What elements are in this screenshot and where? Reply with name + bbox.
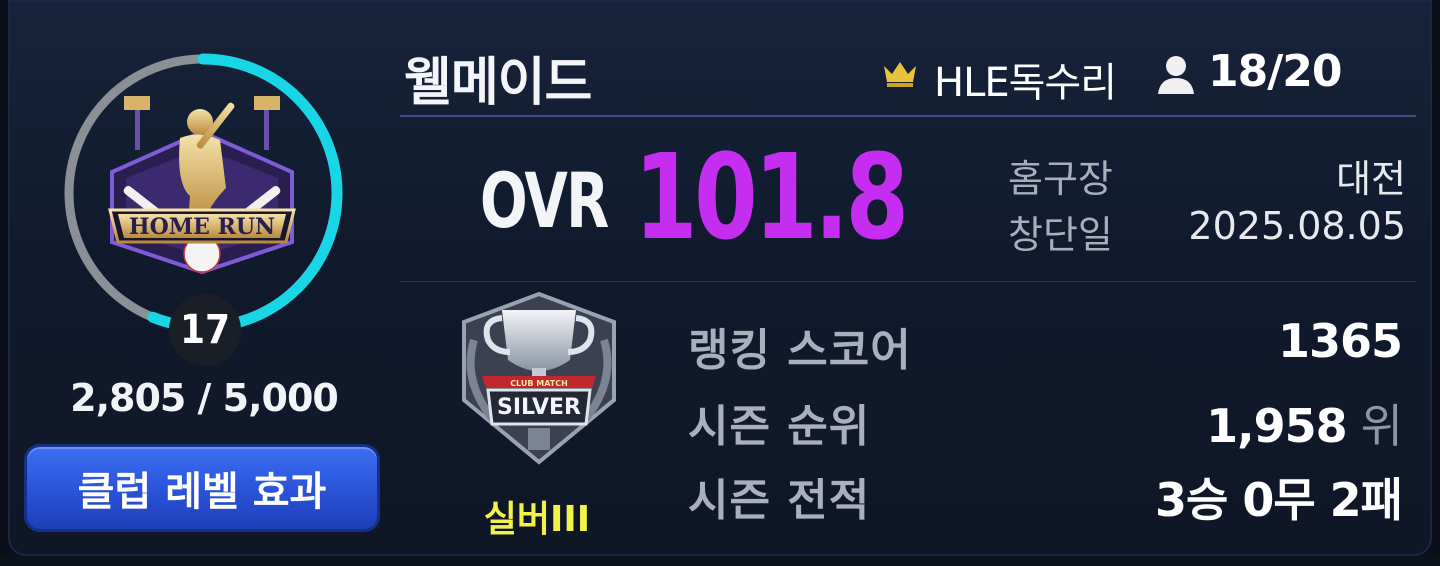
founded-date-value: 2025.08.05 — [1188, 204, 1406, 248]
club-level-effect-button[interactable]: 클럽 레벨 효과 — [24, 444, 380, 532]
emblem-text: HOME RUN — [129, 214, 275, 240]
club-member-count: 18/20 — [1208, 46, 1343, 97]
club-exp-text: 2,805 / 5,000 — [70, 376, 339, 420]
bottom-strip — [0, 556, 1440, 566]
ovr-value: 101.8 — [634, 128, 909, 266]
club-name: 웰메이드 — [404, 53, 592, 113]
header-divider — [400, 115, 1416, 117]
league-tier: 실버III — [483, 499, 591, 540]
club-level-badge: 17 — [169, 294, 241, 366]
badge-subtext: CLUB MATCH — [510, 379, 568, 388]
season-record-label: 시즌 전적 — [688, 475, 871, 526]
homerun-emblem: HOME RUN — [108, 96, 296, 275]
home-stadium-value: 대전 — [1336, 157, 1406, 201]
club-leader-name: HLE독수리 — [934, 60, 1117, 106]
silver-trophy-icon: CLUB MATCH SILVER — [462, 291, 616, 465]
season-record-value: 3승 0무 2패 — [1154, 473, 1403, 527]
badge-text: SILVER — [497, 395, 581, 420]
person-icon — [1158, 56, 1194, 94]
season-rank-unit: 위 — [1360, 399, 1403, 453]
ranking-score-label: 랭킹 스코어 — [688, 325, 912, 376]
founded-date-label: 창단일 — [1008, 213, 1113, 257]
home-stadium-label: 홈구장 — [1008, 157, 1113, 201]
ovr-label: OVR — [480, 156, 609, 245]
season-rank-label: 시즌 순위 — [688, 401, 871, 452]
season-rank-value: 1,958 위 — [1206, 390, 1403, 456]
section-divider — [400, 281, 1416, 282]
season-rank-number: 1,958 — [1206, 399, 1348, 453]
crown-icon — [884, 62, 916, 87]
ranking-score-value: 1365 — [1277, 314, 1403, 368]
